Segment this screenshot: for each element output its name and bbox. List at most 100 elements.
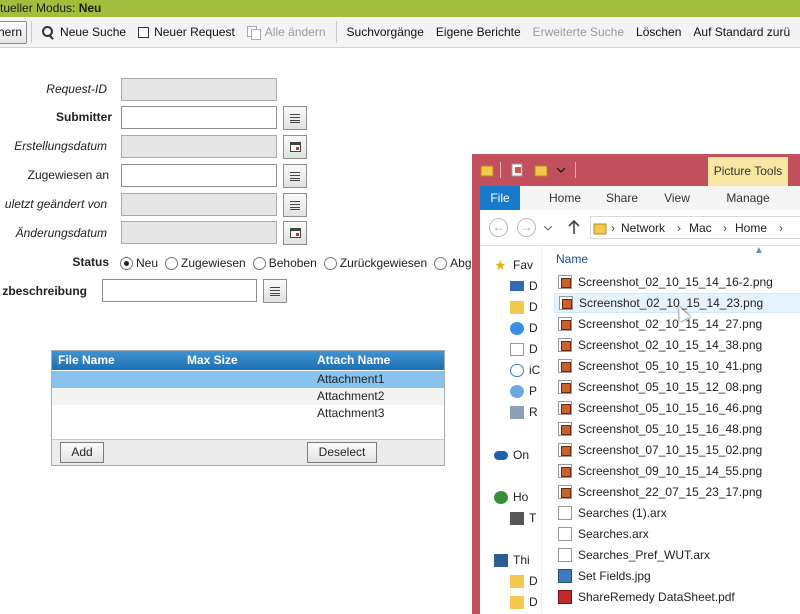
radio-button[interactable] <box>323 256 337 270</box>
forward-arrow-icon[interactable]: → <box>517 218 536 237</box>
zugewiesen-an-menu-button[interactable] <box>283 164 307 188</box>
zugewiesen-an-label: Zugewiesen an <box>27 168 109 182</box>
file-item[interactable]: Screenshot_05_10_15_16_48.png <box>554 419 800 439</box>
radio-button[interactable] <box>434 256 448 270</box>
nav-item-label: Fav <box>513 258 534 272</box>
sort-ascending-icon: ▲ <box>754 246 764 256</box>
file-item[interactable]: Screenshot_02_10_15_14_38.png <box>554 335 800 355</box>
nav-item[interactable]: D <box>510 340 538 358</box>
save-button[interactable]: hern <box>0 20 28 44</box>
breadcrumb-network[interactable]: Network <box>621 221 665 235</box>
file-item[interactable]: Searches.arx <box>554 524 800 544</box>
suchvorgaenge-button[interactable]: Suchvorgänge <box>341 17 430 47</box>
loeschen-button[interactable]: Löschen <box>630 17 687 47</box>
file-item[interactable]: Screenshot_05_10_15_12_08.png <box>554 377 800 397</box>
nav-item[interactable]: iC <box>510 361 540 379</box>
nav-item-favorites[interactable]: ★ Fav <box>494 256 533 274</box>
recent-locations-chevron-icon[interactable] <box>544 226 552 232</box>
alle-aendern-button[interactable]: Alle ändern <box>241 17 332 47</box>
column-header-name[interactable]: Name <box>556 252 588 266</box>
neue-suche-button[interactable]: Neue Suche <box>36 17 132 47</box>
nav-item[interactable]: D <box>510 298 538 316</box>
calendar-icon <box>289 142 301 152</box>
eigene-berichte-button[interactable]: Eigene Berichte <box>430 17 527 47</box>
radio-button[interactable] <box>120 256 133 270</box>
breadcrumb-mac[interactable]: Mac <box>689 221 712 235</box>
status-option-zugewiesen[interactable]: Zugewiesen <box>165 256 246 270</box>
column-header-attach-name[interactable]: Attach Name <box>317 353 390 367</box>
folder-icon <box>593 223 607 235</box>
zuletzt-geaendert-menu-button[interactable] <box>283 193 307 217</box>
aenderungsdatum-label: Änderungsdatum <box>15 226 107 240</box>
nav-item-homegroup[interactable]: Ho <box>494 488 528 506</box>
properties-icon[interactable] <box>510 163 524 177</box>
radio-button[interactable] <box>252 256 266 270</box>
nav-item-this-pc[interactable]: Thi <box>494 551 530 569</box>
file-item[interactable]: Screenshot_05_10_15_10_41.png <box>554 356 800 376</box>
file-name: ShareRemedy DataSheet.pdf <box>578 590 735 604</box>
nav-item[interactable]: D <box>510 277 538 295</box>
aenderungsdatum-field[interactable] <box>121 221 277 244</box>
file-list: ▲ Name Screenshot_02_10_15_14_16-2.png S… <box>550 246 800 614</box>
file-item[interactable]: Screenshot_09_10_15_14_55.png <box>554 461 800 481</box>
neuer-request-button[interactable]: Neuer Request <box>132 17 241 47</box>
tab-share[interactable]: Share <box>600 186 644 210</box>
navigation-pane: ★ Fav D D D D iC P R On Ho T Thi D D <box>480 246 542 614</box>
erstellungsdatum-calendar-button[interactable] <box>283 135 307 159</box>
nav-item-onedrive[interactable]: On <box>494 446 529 464</box>
nav-item[interactable]: D <box>510 572 538 590</box>
file-item[interactable]: ShareRemedy DataSheet.pdf <box>554 587 800 607</box>
file-item[interactable]: Searches (1).arx <box>554 503 800 523</box>
table-row[interactable]: Attachment1 <box>52 371 444 388</box>
file-item[interactable]: Screenshot_07_10_15_15_02.png <box>554 440 800 460</box>
kurzbeschreibung-field[interactable] <box>102 279 257 302</box>
image-file-icon <box>558 275 572 289</box>
downloads-folder-icon <box>510 300 524 314</box>
status-option-label: Neu <box>136 256 159 270</box>
aenderungsdatum-calendar-button[interactable] <box>283 221 307 245</box>
tab-file[interactable]: File <box>480 186 520 210</box>
chevron-down-icon[interactable] <box>556 165 566 175</box>
breadcrumb-home[interactable]: Home <box>735 221 767 235</box>
erweiterte-suche-button[interactable]: Erweiterte Suche <box>527 17 630 47</box>
up-arrow-icon[interactable] <box>568 220 580 235</box>
table-row[interactable]: Attachment3 <box>52 405 444 422</box>
file-item[interactable]: Set Fields.jpg <box>554 566 800 586</box>
deselect-button[interactable]: Deselect <box>307 442 377 463</box>
file-item[interactable]: Screenshot_22_07_15_23_17.png <box>554 482 800 502</box>
column-header-max-size[interactable]: Max Size <box>187 353 238 367</box>
radio-button[interactable] <box>165 256 179 270</box>
column-header-file-name[interactable]: File Name <box>58 353 115 367</box>
tab-manage[interactable]: Manage <box>710 186 786 210</box>
status-option-zurueckgewiesen[interactable]: Zurückgewiesen <box>323 256 427 270</box>
zuletzt-geaendert-von-field[interactable] <box>121 193 277 216</box>
status-option-neu[interactable]: Neu <box>120 256 158 270</box>
nav-item[interactable]: P <box>510 382 537 400</box>
file-item[interactable]: Screenshot_02_10_15_14_16-2.png <box>554 272 800 292</box>
image-file-icon <box>558 464 572 478</box>
nav-item[interactable]: R <box>510 403 538 421</box>
folder-icon <box>510 595 524 609</box>
erstellungsdatum-field[interactable] <box>121 135 277 158</box>
file-item[interactable]: Searches_Pref_WUT.arx <box>554 545 800 565</box>
submitter-menu-button[interactable] <box>283 106 307 130</box>
nav-item[interactable]: D <box>510 319 538 337</box>
status-option-behoben[interactable]: Behoben <box>252 256 317 270</box>
nav-item[interactable]: T <box>510 509 536 527</box>
address-bar[interactable]: › Network › Mac › Home › <box>590 216 800 239</box>
request-id-field[interactable] <box>121 78 277 101</box>
file-item[interactable]: Screenshot_05_10_15_16_46.png <box>554 398 800 418</box>
nav-item[interactable]: D <box>510 593 538 611</box>
nav-item-label: iC <box>529 363 541 377</box>
add-button[interactable]: Add <box>60 442 104 463</box>
back-arrow-icon[interactable]: ← <box>489 218 508 237</box>
desktop-icon <box>510 281 524 291</box>
new-folder-icon[interactable] <box>534 163 548 177</box>
auf-standard-button[interactable]: Auf Standard zurü <box>687 17 796 47</box>
zugewiesen-an-field[interactable] <box>121 164 277 187</box>
tab-view[interactable]: View <box>656 186 698 210</box>
table-row[interactable]: Attachment2 <box>52 388 444 405</box>
submitter-field[interactable] <box>121 106 277 129</box>
tab-home[interactable]: Home <box>542 186 588 210</box>
kurzbeschreibung-menu-button[interactable] <box>263 279 287 303</box>
